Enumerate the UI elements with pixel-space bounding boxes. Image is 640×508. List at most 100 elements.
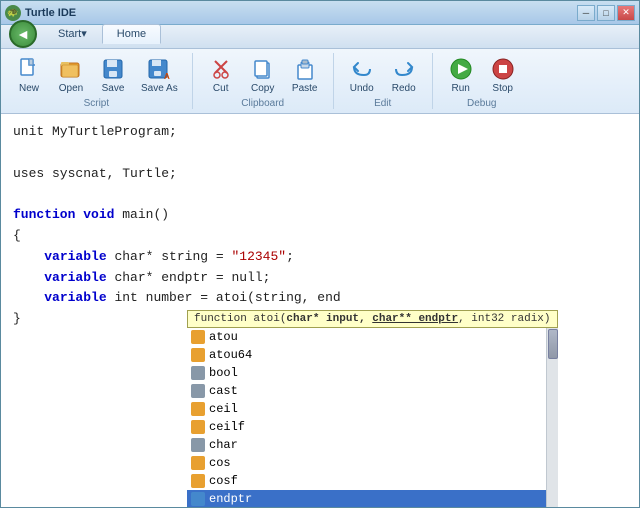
ac-item-ceil[interactable]: ceil (187, 400, 546, 418)
ribbon-group-debug: Run Stop Debug (433, 53, 531, 109)
autocomplete-list-container: atou atou64 bool cast (187, 328, 558, 507)
paste-button[interactable]: Paste (285, 53, 325, 96)
title-controls: ─ □ ✕ (577, 5, 635, 21)
redo-icon (390, 55, 418, 83)
ac-label-ceilf: ceilf (209, 420, 245, 434)
saveas-label: Save As (141, 83, 178, 94)
code-line-8: variable char* endptr = null; (13, 268, 627, 289)
copy-icon (249, 55, 277, 83)
ac-item-cos[interactable]: cos (187, 454, 546, 472)
ribbon-group-clipboard: Cut Copy Paste Clipboard (193, 53, 334, 109)
new-button[interactable]: New (9, 53, 49, 96)
code-line-2 (13, 143, 627, 164)
run-icon (447, 55, 475, 83)
copy-label: Copy (251, 83, 274, 94)
tabs-row: ◄ Start▾ Home (9, 18, 161, 48)
tab-start[interactable]: Start▾ (43, 23, 102, 43)
paste-label: Paste (292, 83, 318, 94)
new-icon (15, 55, 43, 83)
back-button[interactable]: ◄ (9, 20, 37, 48)
code-line-4 (13, 184, 627, 205)
tab-home[interactable]: Home (102, 24, 161, 44)
ac-label-atou: atou (209, 330, 238, 344)
ac-label-cosf: cosf (209, 474, 238, 488)
run-button[interactable]: Run (441, 53, 481, 96)
ac-label-bool: bool (209, 366, 238, 380)
main-window: 🐢 Turtle IDE ─ □ ✕ ◄ Start▾ Home New (0, 0, 640, 508)
new-label: New (19, 83, 39, 94)
ac-icon-char (191, 438, 205, 452)
open-button[interactable]: Open (51, 53, 91, 96)
ribbon-tab-bar: ◄ Start▾ Home (1, 25, 639, 49)
ac-item-cosf[interactable]: cosf (187, 472, 546, 490)
ac-label-ceil: ceil (209, 402, 238, 416)
ac-icon-cast (191, 384, 205, 398)
saveas-icon: A (145, 55, 173, 83)
run-label: Run (452, 83, 470, 94)
code-line-1: unit MyTurtleProgram; (13, 122, 627, 143)
ac-icon-cosf (191, 474, 205, 488)
undo-button[interactable]: Undo (342, 53, 382, 96)
autocomplete-list[interactable]: atou atou64 bool cast (187, 328, 546, 507)
ac-item-atou64[interactable]: atou64 (187, 346, 546, 364)
stop-button[interactable]: Stop (483, 53, 523, 96)
debug-buttons: Run Stop (441, 53, 523, 96)
ac-label-char: char (209, 438, 238, 452)
open-icon (57, 55, 85, 83)
ac-label-endptr: endptr (209, 492, 252, 506)
clipboard-buttons: Cut Copy Paste (201, 53, 325, 96)
autocomplete-popup: function atoi(char* input, char** endptr… (187, 310, 558, 507)
close-button[interactable]: ✕ (617, 5, 635, 21)
undo-icon (348, 55, 376, 83)
redo-button[interactable]: Redo (384, 53, 424, 96)
edit-buttons: Undo Redo (342, 53, 424, 96)
code-line-3: uses syscnat, Turtle; (13, 164, 627, 185)
code-line-5: function void main() (13, 205, 627, 226)
ac-icon-cos (191, 456, 205, 470)
cut-button[interactable]: Cut (201, 53, 241, 96)
ribbon-toolbar: New Open Save A (1, 49, 639, 114)
maximize-button[interactable]: □ (597, 5, 615, 21)
ac-item-atou[interactable]: atou (187, 328, 546, 346)
ac-icon-ceil (191, 402, 205, 416)
ac-icon-atou64 (191, 348, 205, 362)
save-icon (99, 55, 127, 83)
scrollbar-thumb[interactable] (548, 329, 558, 359)
stop-label: Stop (492, 83, 513, 94)
ac-item-bool[interactable]: bool (187, 364, 546, 382)
saveas-button[interactable]: A Save As (135, 53, 184, 96)
window-title: Turtle IDE (25, 7, 76, 19)
debug-group-label: Debug (467, 98, 496, 109)
svg-text:A: A (164, 72, 170, 81)
ac-item-endptr[interactable]: endptr (187, 490, 546, 507)
code-line-6: { (13, 226, 627, 247)
code-line-9: variable int number = atoi(string, end (13, 288, 627, 309)
minimize-button[interactable]: ─ (577, 5, 595, 21)
ac-item-cast[interactable]: cast (187, 382, 546, 400)
cut-label: Cut (213, 83, 229, 94)
code-content: unit MyTurtleProgram; uses syscnat, Turt… (1, 114, 639, 507)
ac-icon-endptr (191, 492, 205, 506)
script-group-label: Script (84, 98, 110, 109)
redo-label: Redo (392, 83, 416, 94)
ac-label-atou64: atou64 (209, 348, 252, 362)
save-label: Save (102, 83, 125, 94)
ac-item-ceilf[interactable]: ceilf (187, 418, 546, 436)
autocomplete-scrollbar[interactable] (546, 328, 558, 507)
script-buttons: New Open Save A (9, 53, 184, 96)
paste-icon (291, 55, 319, 83)
ribbon-group-edit: Undo Redo Edit (334, 53, 433, 109)
ac-label-cos: cos (209, 456, 231, 470)
edit-group-label: Edit (374, 98, 391, 109)
code-line-7: variable char* string = "12345"; (13, 247, 627, 268)
cut-icon (207, 55, 235, 83)
ribbon-group-script: New Open Save A (1, 53, 193, 109)
ac-icon-atou (191, 330, 205, 344)
save-button[interactable]: Save (93, 53, 133, 96)
ac-item-char[interactable]: char (187, 436, 546, 454)
undo-label: Undo (350, 83, 374, 94)
ac-icon-bool (191, 366, 205, 380)
copy-button[interactable]: Copy (243, 53, 283, 96)
ac-label-cast: cast (209, 384, 238, 398)
clipboard-group-label: Clipboard (241, 98, 284, 109)
